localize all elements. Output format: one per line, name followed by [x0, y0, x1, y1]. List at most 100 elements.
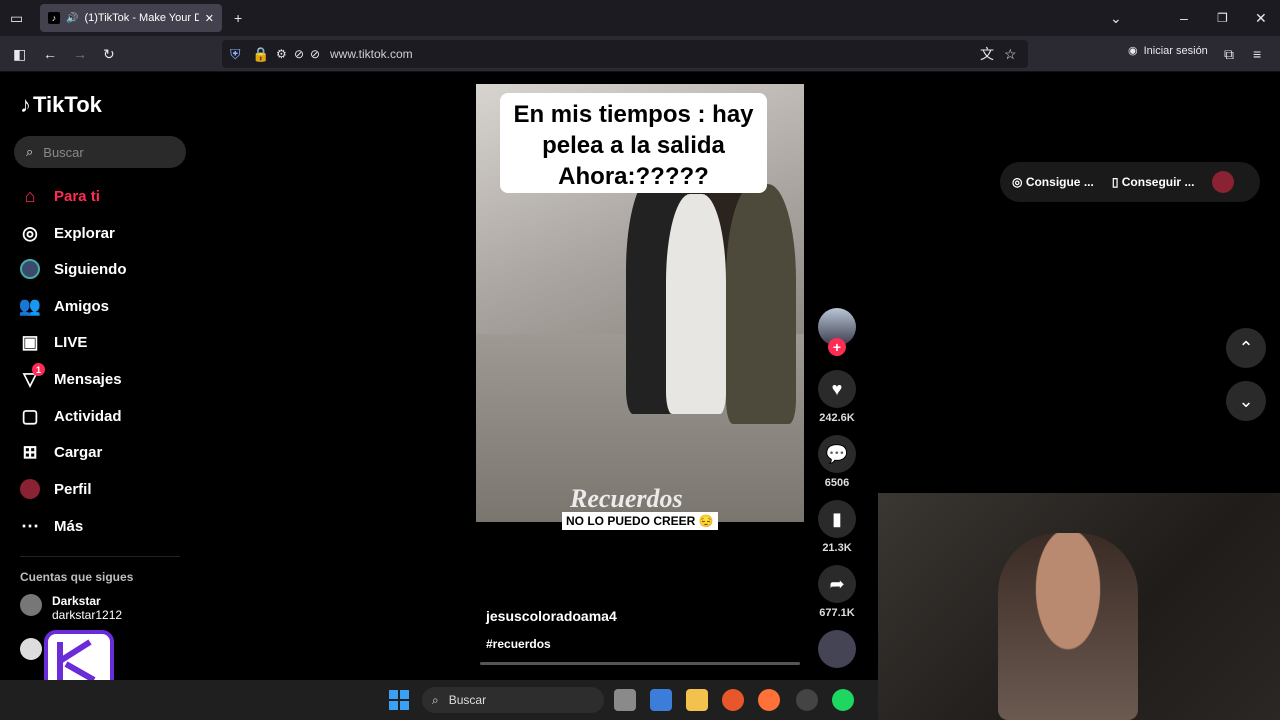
shield-icon[interactable]: ⛨: [230, 47, 241, 61]
search-input[interactable]: ⌕ Buscar: [14, 136, 186, 168]
permissions-icon[interactable]: ⚙: [276, 47, 287, 61]
menu-icon[interactable]: ≡: [1253, 47, 1261, 61]
translate-icon[interactable]: 文: [980, 47, 994, 61]
sidebar-item-label: Siguiendo: [54, 260, 127, 278]
tiktok-logo[interactable]: ♪ TikTok: [20, 92, 102, 118]
sidebar-item-label: Más: [54, 517, 84, 535]
sidebar-item-label: Para ti: [54, 187, 100, 205]
sound-avatar[interactable]: [818, 630, 856, 668]
sidebar-divider: [20, 556, 180, 557]
avatar[interactable]: [1212, 171, 1235, 193]
sidebar-item-mensajes[interactable]: ▽ 1 Mensajes: [20, 363, 122, 393]
home-icon: ⌂: [24, 185, 36, 206]
reload-icon[interactable]: ↻: [103, 47, 115, 61]
os-taskbar: ⌕ Buscar: [0, 680, 878, 720]
video-progress-bar[interactable]: [480, 662, 800, 665]
file-explorer-icon[interactable]: [686, 689, 708, 711]
signin-label: Iniciar sesión: [1143, 44, 1208, 57]
search-icon: ⌕: [432, 692, 439, 707]
sidebar-item-amigos[interactable]: 👥 Amigos: [18, 292, 109, 320]
windows-start-icon[interactable]: [388, 689, 410, 711]
video-hashtag[interactable]: #recuerdos: [486, 637, 551, 651]
chevron-down-icon: ⌄: [1238, 390, 1254, 411]
spotify-icon[interactable]: [832, 689, 854, 711]
bookmark-star-icon[interactable]: ☆: [1004, 47, 1017, 61]
url-bar[interactable]: ⛨ 🔒 ⚙ ⊘ ⊘ www.tiktok.com 文 ☆: [222, 40, 1028, 68]
followed-account[interactable]: [20, 638, 42, 660]
avatar-icon: [20, 259, 40, 279]
logo-text: TikTok: [33, 92, 102, 117]
coins-button[interactable]: ◎ Consigue ...: [1012, 175, 1094, 189]
sidebar-item-actividad[interactable]: ▢ Actividad: [20, 402, 121, 430]
back-icon[interactable]: ←: [43, 47, 57, 61]
coins-label: Consigue ...: [1025, 175, 1094, 189]
followed-account[interactable]: Darkstar darkstar1212: [20, 594, 122, 622]
more-icon: ⋯: [21, 515, 39, 536]
previous-video-button[interactable]: ⌃: [1226, 328, 1266, 368]
obs-icon[interactable]: [796, 689, 818, 711]
save-button[interactable]: ▮ 21.3K: [818, 500, 856, 554]
share-button[interactable]: ➦ 677.1K: [818, 565, 856, 619]
sidebar-item-perfil[interactable]: Perfil: [20, 475, 92, 503]
coin-icon: ◎: [1012, 175, 1026, 189]
webcam-overlay: [878, 493, 1280, 720]
sidebar-item-label: Mensajes: [54, 370, 122, 388]
video-watermark: Recuerdos: [570, 484, 683, 513]
restore-icon[interactable]: ❐: [1217, 11, 1228, 25]
get-app-button[interactable]: ▯ Conseguir ...: [1112, 175, 1195, 189]
account-name: Darkstar: [52, 594, 101, 608]
comment-count: 6506: [824, 477, 850, 489]
video-username[interactable]: jesuscoloradoama4: [486, 608, 617, 624]
video-caption-overlay: En mis tiempos : hay pelea a la salida A…: [500, 93, 767, 193]
streamer-figure: [998, 533, 1138, 720]
tiktok-note-icon: ♪: [20, 92, 31, 117]
caption-line: Ahora:?????: [558, 163, 709, 190]
tab-list-icon[interactable]: ▭: [10, 11, 23, 25]
compass-icon: ◎: [22, 222, 38, 243]
like-button[interactable]: ♥ 242.6K: [818, 370, 856, 424]
sidebar-item-cargar[interactable]: ⊞ Cargar: [20, 438, 102, 466]
sidebar-item-mas[interactable]: ⋯ Más: [20, 512, 83, 540]
following-header: Cuentas que sigues: [20, 570, 134, 584]
sidebar-item-para-ti[interactable]: ⌂ Para ti: [20, 182, 100, 210]
avatar: [20, 594, 42, 616]
follow-plus-icon[interactable]: +: [828, 338, 846, 356]
close-window-icon[interactable]: ✕: [1255, 11, 1267, 25]
friends-icon: 👥: [18, 295, 42, 316]
signin-button[interactable]: ◉ Iniciar sesión: [1128, 44, 1208, 58]
save-count: 21.3K: [822, 542, 852, 554]
speaker-icon[interactable]: 🔊: [66, 13, 78, 24]
video-figure: [726, 184, 796, 424]
browser-tab[interactable]: ♪ 🔊 (1)TikTok - Make Your Day ✕: [40, 4, 222, 32]
sidebar-toggle-icon[interactable]: ◧: [13, 47, 26, 61]
taskbar-search[interactable]: ⌕ Buscar: [422, 687, 604, 713]
sidebar-item-live[interactable]: ▣ LIVE: [20, 328, 87, 356]
avatar: [20, 638, 42, 660]
store-icon[interactable]: [650, 689, 672, 711]
sidebar-item-explorar[interactable]: ◎ Explorar: [20, 219, 115, 247]
next-video-button[interactable]: ⌄: [1226, 381, 1266, 421]
heart-icon: ♥: [818, 370, 856, 408]
share-count: 677.1K: [819, 607, 855, 619]
comment-button[interactable]: 💬 6506: [818, 435, 856, 489]
comment-icon: 💬: [818, 435, 856, 473]
sidebar-item-siguiendo[interactable]: Siguiendo: [20, 255, 127, 283]
send-icon: ▽ 1: [20, 363, 45, 389]
close-tab-icon[interactable]: ✕: [205, 12, 214, 25]
activity-icon: ▢: [21, 405, 39, 426]
blocked-media-icon[interactable]: ⊘: [294, 47, 304, 61]
blocked-audio-icon[interactable]: ⊘: [310, 47, 320, 61]
chevron-up-icon: ⌃: [1238, 337, 1254, 358]
lock-icon[interactable]: 🔒: [252, 47, 269, 61]
browser-nav-bar: ◧ ← → ↻ ⛨ 🔒 ⚙ ⊘ ⊘ www.tiktok.com 文 ☆ ◉ I…: [0, 36, 1280, 72]
firefox-icon[interactable]: [758, 689, 780, 711]
task-view-icon[interactable]: [614, 689, 636, 711]
app-icon[interactable]: [722, 689, 744, 711]
new-tab-icon[interactable]: +: [234, 11, 242, 25]
minimize-icon[interactable]: –: [1180, 11, 1188, 25]
account-icon: ◉: [1128, 45, 1138, 57]
search-placeholder: Buscar: [43, 144, 84, 160]
extensions-icon[interactable]: ⧉: [1224, 47, 1234, 61]
forward-icon[interactable]: →: [73, 47, 87, 61]
tab-overflow-icon[interactable]: ⌄: [1110, 11, 1122, 25]
